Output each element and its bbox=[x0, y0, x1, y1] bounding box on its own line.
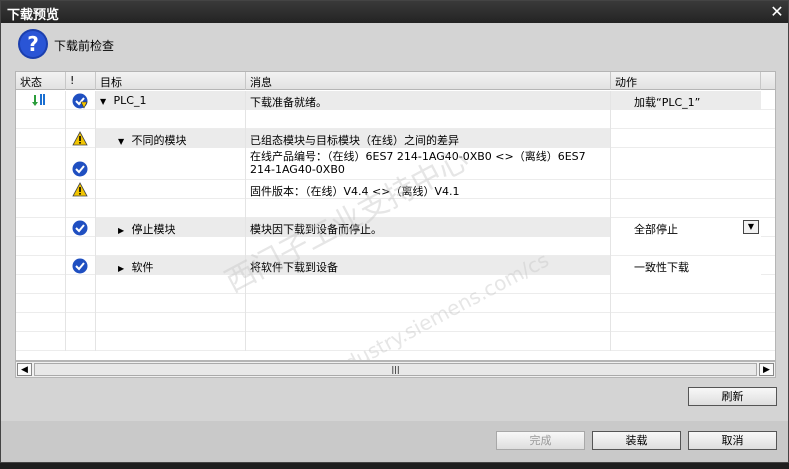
table-row bbox=[16, 313, 775, 332]
flag-cell bbox=[66, 256, 96, 275]
table-row bbox=[16, 275, 775, 294]
stop-modules-select[interactable]: 全部停止 ▼ bbox=[611, 218, 761, 237]
col-status[interactable]: 状态 bbox=[16, 72, 66, 90]
table-header: 状态 ! 目标 消息 动作 bbox=[16, 72, 775, 90]
target-label: 软件 bbox=[131, 261, 154, 274]
cancel-button[interactable]: 取消 bbox=[688, 431, 777, 450]
table-row[interactable]: 固件版本：（在线）V4.4 <>（离线）V4.1 bbox=[16, 180, 775, 199]
table-row bbox=[16, 332, 775, 351]
target-cell: ▼ PLC_1 bbox=[96, 91, 246, 110]
target-cell: ▶ 软件 bbox=[96, 256, 246, 275]
col-message[interactable]: 消息 bbox=[246, 72, 611, 90]
select-value: 全部停止 bbox=[634, 223, 678, 236]
target-cell: ▼ 不同的模块 bbox=[96, 129, 246, 148]
message-cell: 固件版本：（在线）V4.4 <>（离线）V4.1 bbox=[246, 180, 611, 199]
table-row bbox=[16, 237, 775, 256]
check-warning-icon bbox=[72, 93, 88, 109]
action-cell[interactable]: 加载“PLC_1” bbox=[611, 91, 761, 110]
table-row[interactable]: 在线产品编号：（在线）6ES7 214-1AG40-0XB0 <>（离线）6ES… bbox=[16, 148, 775, 180]
check-icon bbox=[72, 220, 88, 236]
refresh-button[interactable]: 刷新 bbox=[688, 387, 777, 406]
flag-cell bbox=[66, 180, 96, 199]
table-row[interactable]: ▼ 不同的模块 已组态模块与目标模块（在线）之间的差异 bbox=[16, 129, 775, 148]
target-label: PLC_1 bbox=[113, 94, 147, 107]
svg-text:?: ? bbox=[27, 32, 39, 56]
load-button[interactable]: 装载 bbox=[592, 431, 681, 450]
message-cell: 已组态模块与目标模块（在线）之间的差异 bbox=[246, 129, 611, 148]
target-cell: ▶ 停止模块 bbox=[96, 218, 246, 237]
col-flag[interactable]: ! bbox=[66, 72, 96, 90]
scroll-thumb[interactable]: ||| bbox=[34, 363, 757, 376]
question-icon: ? bbox=[18, 29, 48, 59]
message-cell: 下载准备就绪。 bbox=[246, 91, 611, 110]
message-line: 214-1AG40-0XB0 bbox=[250, 163, 345, 176]
collapse-triangle-icon[interactable]: ▼ bbox=[100, 97, 110, 106]
collapse-triangle-icon[interactable]: ▼ bbox=[118, 137, 128, 146]
table-row bbox=[16, 294, 775, 313]
scroll-left-icon[interactable]: ◀ bbox=[17, 363, 32, 376]
flag-cell bbox=[66, 91, 96, 110]
flag-cell bbox=[66, 218, 96, 237]
close-button[interactable]: ✕ bbox=[768, 4, 786, 20]
table-row[interactable]: ▼ PLC_1 下载准备就绪。 加载“PLC_1” bbox=[16, 91, 775, 110]
dropdown-arrow-icon[interactable]: ▼ bbox=[743, 220, 759, 234]
flag-cell bbox=[66, 148, 96, 180]
title-bar: 下载预览 ✕ bbox=[1, 1, 788, 23]
message-cell: 模块因下载到设备而停止。 bbox=[246, 218, 611, 237]
warning-icon bbox=[72, 131, 88, 146]
message-cell: 在线产品编号：（在线）6ES7 214-1AG40-0XB0 <>（离线）6ES… bbox=[246, 148, 611, 180]
target-label: 停止模块 bbox=[131, 223, 176, 236]
online-status-icon bbox=[32, 94, 45, 106]
flag-cell bbox=[66, 129, 96, 148]
header-area: ? 下载前检查 bbox=[1, 23, 788, 69]
status-cell bbox=[16, 91, 66, 110]
table-row[interactable]: ▶ 软件 将软件下载到设备 一致性下载 bbox=[16, 256, 775, 275]
download-preview-dialog: 下载预览 ✕ ? 下载前检查 状态 ! 目标 消息 动作 ▼ PLC_1 下载准… bbox=[0, 0, 789, 463]
finish-button[interactable]: 完成 bbox=[496, 431, 585, 450]
window-title: 下载预览 bbox=[7, 8, 60, 23]
check-icon bbox=[72, 161, 88, 177]
scroll-right-icon[interactable]: ▶ bbox=[759, 363, 774, 376]
target-label: 不同的模块 bbox=[131, 134, 187, 147]
check-icon bbox=[72, 258, 88, 274]
header-title: 下载前检查 bbox=[54, 39, 115, 53]
expand-triangle-icon[interactable]: ▶ bbox=[118, 226, 128, 235]
col-action[interactable]: 动作 bbox=[611, 72, 761, 90]
table-row bbox=[16, 199, 775, 218]
warning-icon bbox=[72, 182, 88, 197]
table-row bbox=[16, 110, 775, 129]
check-table: 状态 ! 目标 消息 动作 ▼ PLC_1 下载准备就绪。 加载“PLC_1” … bbox=[15, 71, 776, 361]
message-cell: 将软件下载到设备 bbox=[246, 256, 611, 275]
expand-triangle-icon[interactable]: ▶ bbox=[118, 264, 128, 273]
message-line: 在线产品编号：（在线）6ES7 214-1AG40-0XB0 <>（离线）6ES… bbox=[250, 150, 586, 163]
software-action-select[interactable]: 一致性下载 bbox=[611, 256, 761, 275]
horizontal-scrollbar[interactable]: ◀ ||| ▶ bbox=[15, 361, 776, 378]
col-target[interactable]: 目标 bbox=[96, 72, 246, 90]
table-row[interactable]: ▶ 停止模块 模块因下载到设备而停止。 全部停止 ▼ bbox=[16, 218, 775, 237]
